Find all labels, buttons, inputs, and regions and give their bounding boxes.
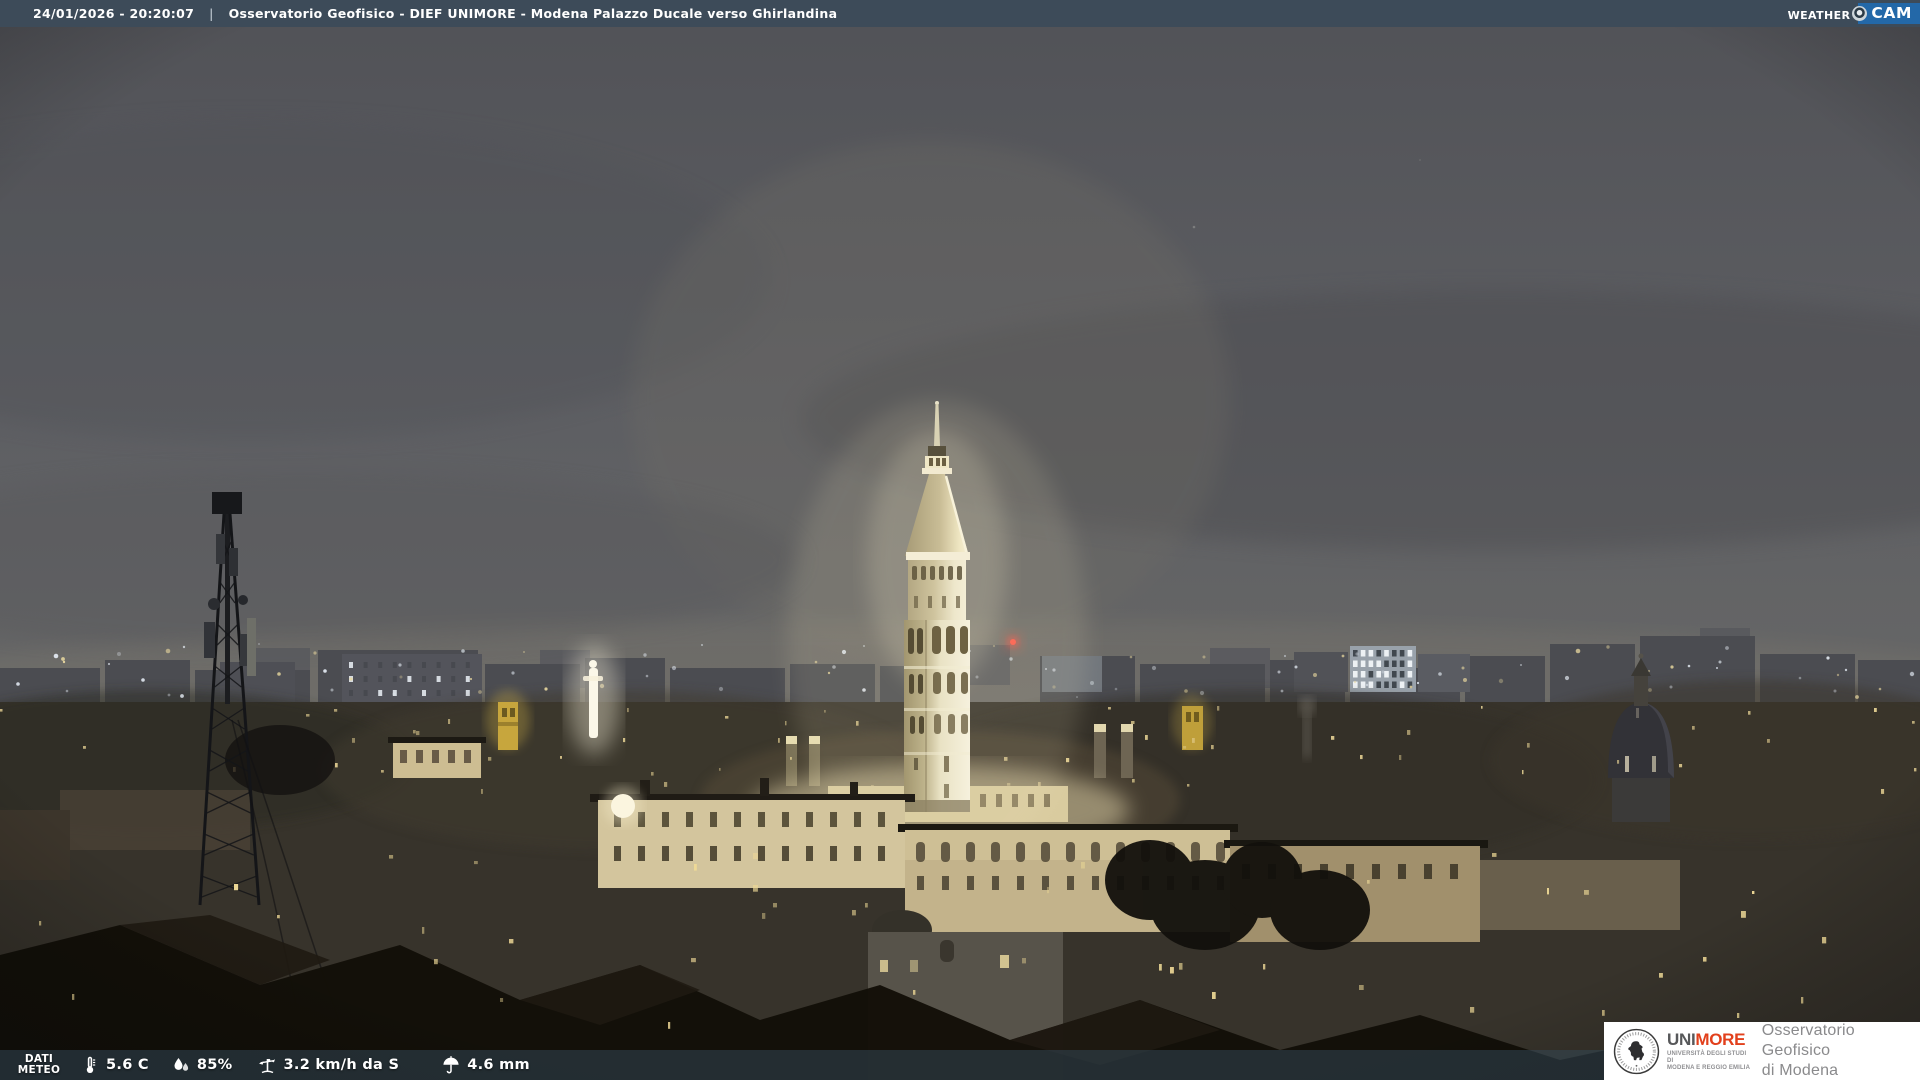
weathercam-logo: Weather CAM: [1788, 0, 1920, 27]
wind-reading: 3.2 km/h da S: [257, 1055, 400, 1075]
weathercam-cam-badge: CAM: [1858, 3, 1920, 24]
humidity-reading: 85%: [171, 1055, 233, 1075]
wind-vane-icon: [258, 1058, 275, 1074]
webcam-page: 24/01/2026 - 20:20:07 | Osservatorio Geo…: [0, 0, 1920, 1080]
rain-value: 4.6 mm: [467, 1057, 530, 1073]
unimore-branding: UNIMORE UNIVERSITÀ DEGLI STUDI DI MODENA…: [1604, 1022, 1920, 1080]
umbrella-icon: [443, 1056, 459, 1074]
humidity-value: 85%: [196, 1057, 233, 1073]
temperature-value: 5.6 C: [106, 1057, 149, 1073]
wind-value: 3.2 km/h da S: [283, 1057, 400, 1073]
rain-reading: 4.6 mm: [441, 1055, 530, 1075]
university-subtitle: UNIVERSITÀ DEGLI STUDI DI MODENA E REGGI…: [1667, 1050, 1751, 1071]
camera-title: Osservatorio Geofisico - DIEF UNIMORE - …: [228, 6, 838, 21]
timestamp: 24/01/2026 - 20:20:07: [33, 6, 195, 21]
unimore-seal-icon: [1613, 1028, 1660, 1074]
night-cityscape-photo: [0, 0, 1920, 1080]
separator: |: [209, 6, 214, 21]
unimore-wordmark-block: UNIMORE UNIVERSITÀ DEGLI STUDI DI MODENA…: [1667, 1031, 1751, 1072]
weathercam-weather-label: Weather: [1787, 4, 1851, 23]
observatory-name: Osservatorio Geofisico di Modena: [1761, 1022, 1855, 1079]
thermometer-icon: [86, 1056, 96, 1073]
humidity-icon: [174, 1058, 188, 1071]
dati-meteo-label: DATI METEO: [17, 1053, 61, 1076]
vignette: [0, 0, 1920, 1080]
unimore-wordmark: UNIMORE: [1667, 1029, 1746, 1049]
temperature-reading: 5.6 C: [80, 1055, 149, 1075]
top-status-bar: 24/01/2026 - 20:20:07 | Osservatorio Geo…: [0, 0, 1920, 27]
